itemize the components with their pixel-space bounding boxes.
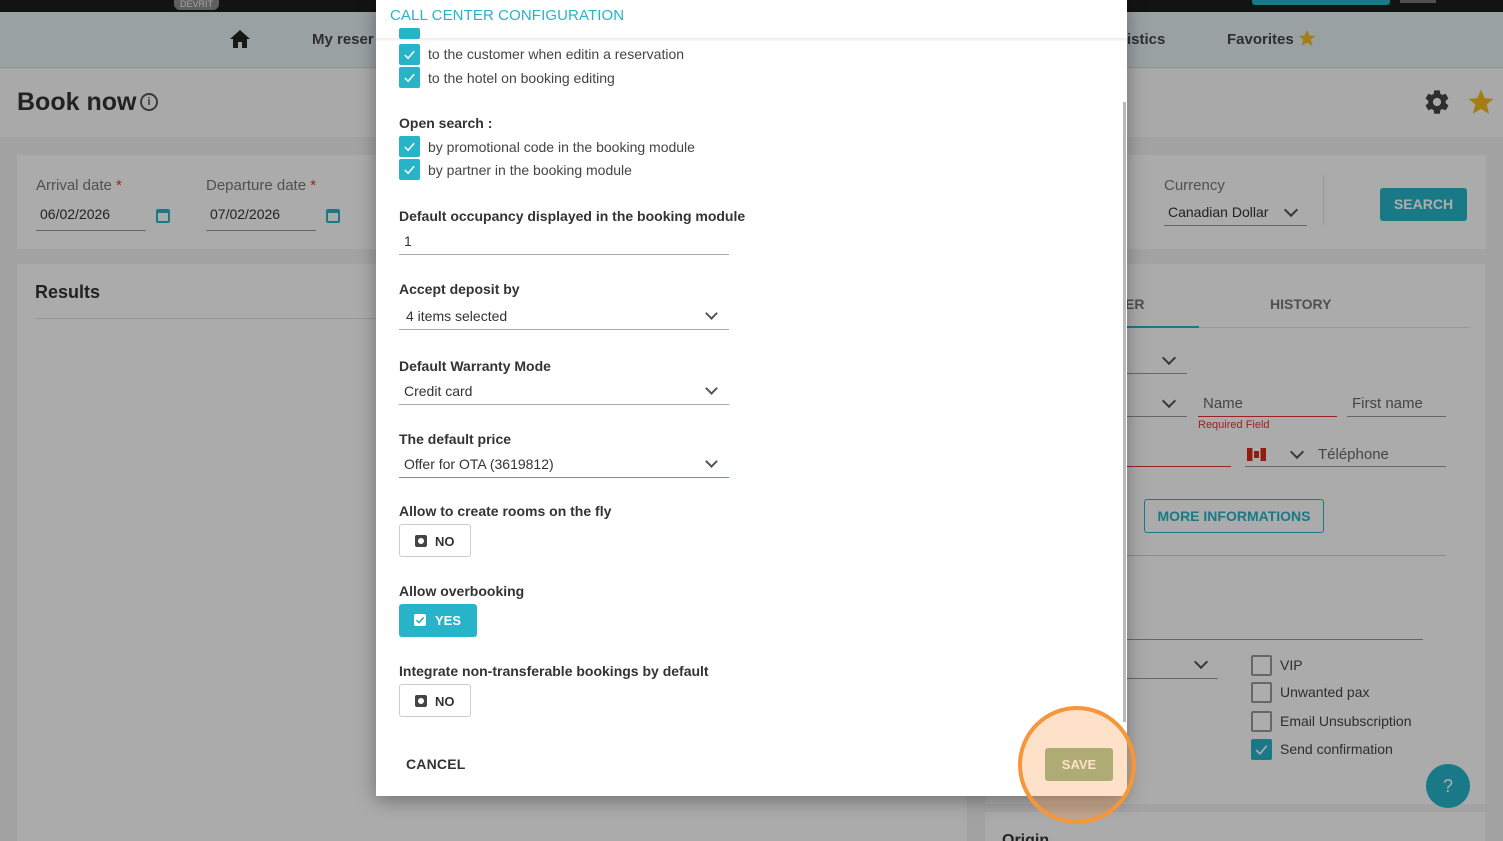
overbooking-toggle[interactable]: YES [399,604,477,637]
click-highlight-ring [1018,706,1136,824]
notify-customer-checkbox[interactable] [399,44,420,65]
create-rooms-label: Allow to create rooms on the fly [399,503,612,519]
modal-title: CALL CENTER CONFIGURATION [390,7,625,24]
non-transferable-toggle[interactable]: NO [399,684,471,717]
promo-code-label: by promotional code in the booking modul… [428,139,695,155]
chevron-down-icon [705,455,718,468]
create-rooms-toggle[interactable]: NO [399,524,471,557]
overbooking-label: Allow overbooking [399,583,525,599]
default-occupancy-label: Default occupancy displayed in the booki… [399,208,746,224]
toggle-on-icon [414,614,426,626]
partner-checkbox[interactable] [399,159,420,180]
promo-code-checkbox[interactable] [399,136,420,157]
accept-deposit-select[interactable]: 4 items selected [399,302,729,330]
toggle-off-icon [415,535,427,547]
partner-label: by partner in the booking module [428,162,632,178]
warranty-mode-select[interactable]: Credit card [399,377,729,405]
modal-header-shadow [376,38,1127,42]
notify-hotel-checkbox[interactable] [399,67,420,88]
open-search-label: Open search : [399,115,493,131]
call-center-config-modal: CALL CENTER CONFIGURATION to the custome… [376,0,1127,796]
accept-deposit-label: Accept deposit by [399,281,520,297]
toggle-off-icon [415,695,427,707]
default-price-select[interactable]: Offer for OTA (3619812) [399,450,729,478]
default-occupancy-input[interactable]: 1 [399,227,729,255]
default-price-label: The default price [399,431,512,447]
chevron-down-icon [705,307,718,320]
warranty-mode-label: Default Warranty Mode [399,358,551,374]
cancel-button[interactable]: CANCEL [406,756,466,772]
chevron-down-icon [705,382,718,395]
modal-scrollbar[interactable] [1123,102,1126,722]
non-transferable-label: Integrate non-transferable bookings by d… [399,663,709,679]
notify-hotel-label: to the hotel on booking editing [428,70,615,86]
notify-customer-label: to the customer when editin a reservatio… [428,46,685,62]
checkbox-checked-icon[interactable] [399,28,420,39]
